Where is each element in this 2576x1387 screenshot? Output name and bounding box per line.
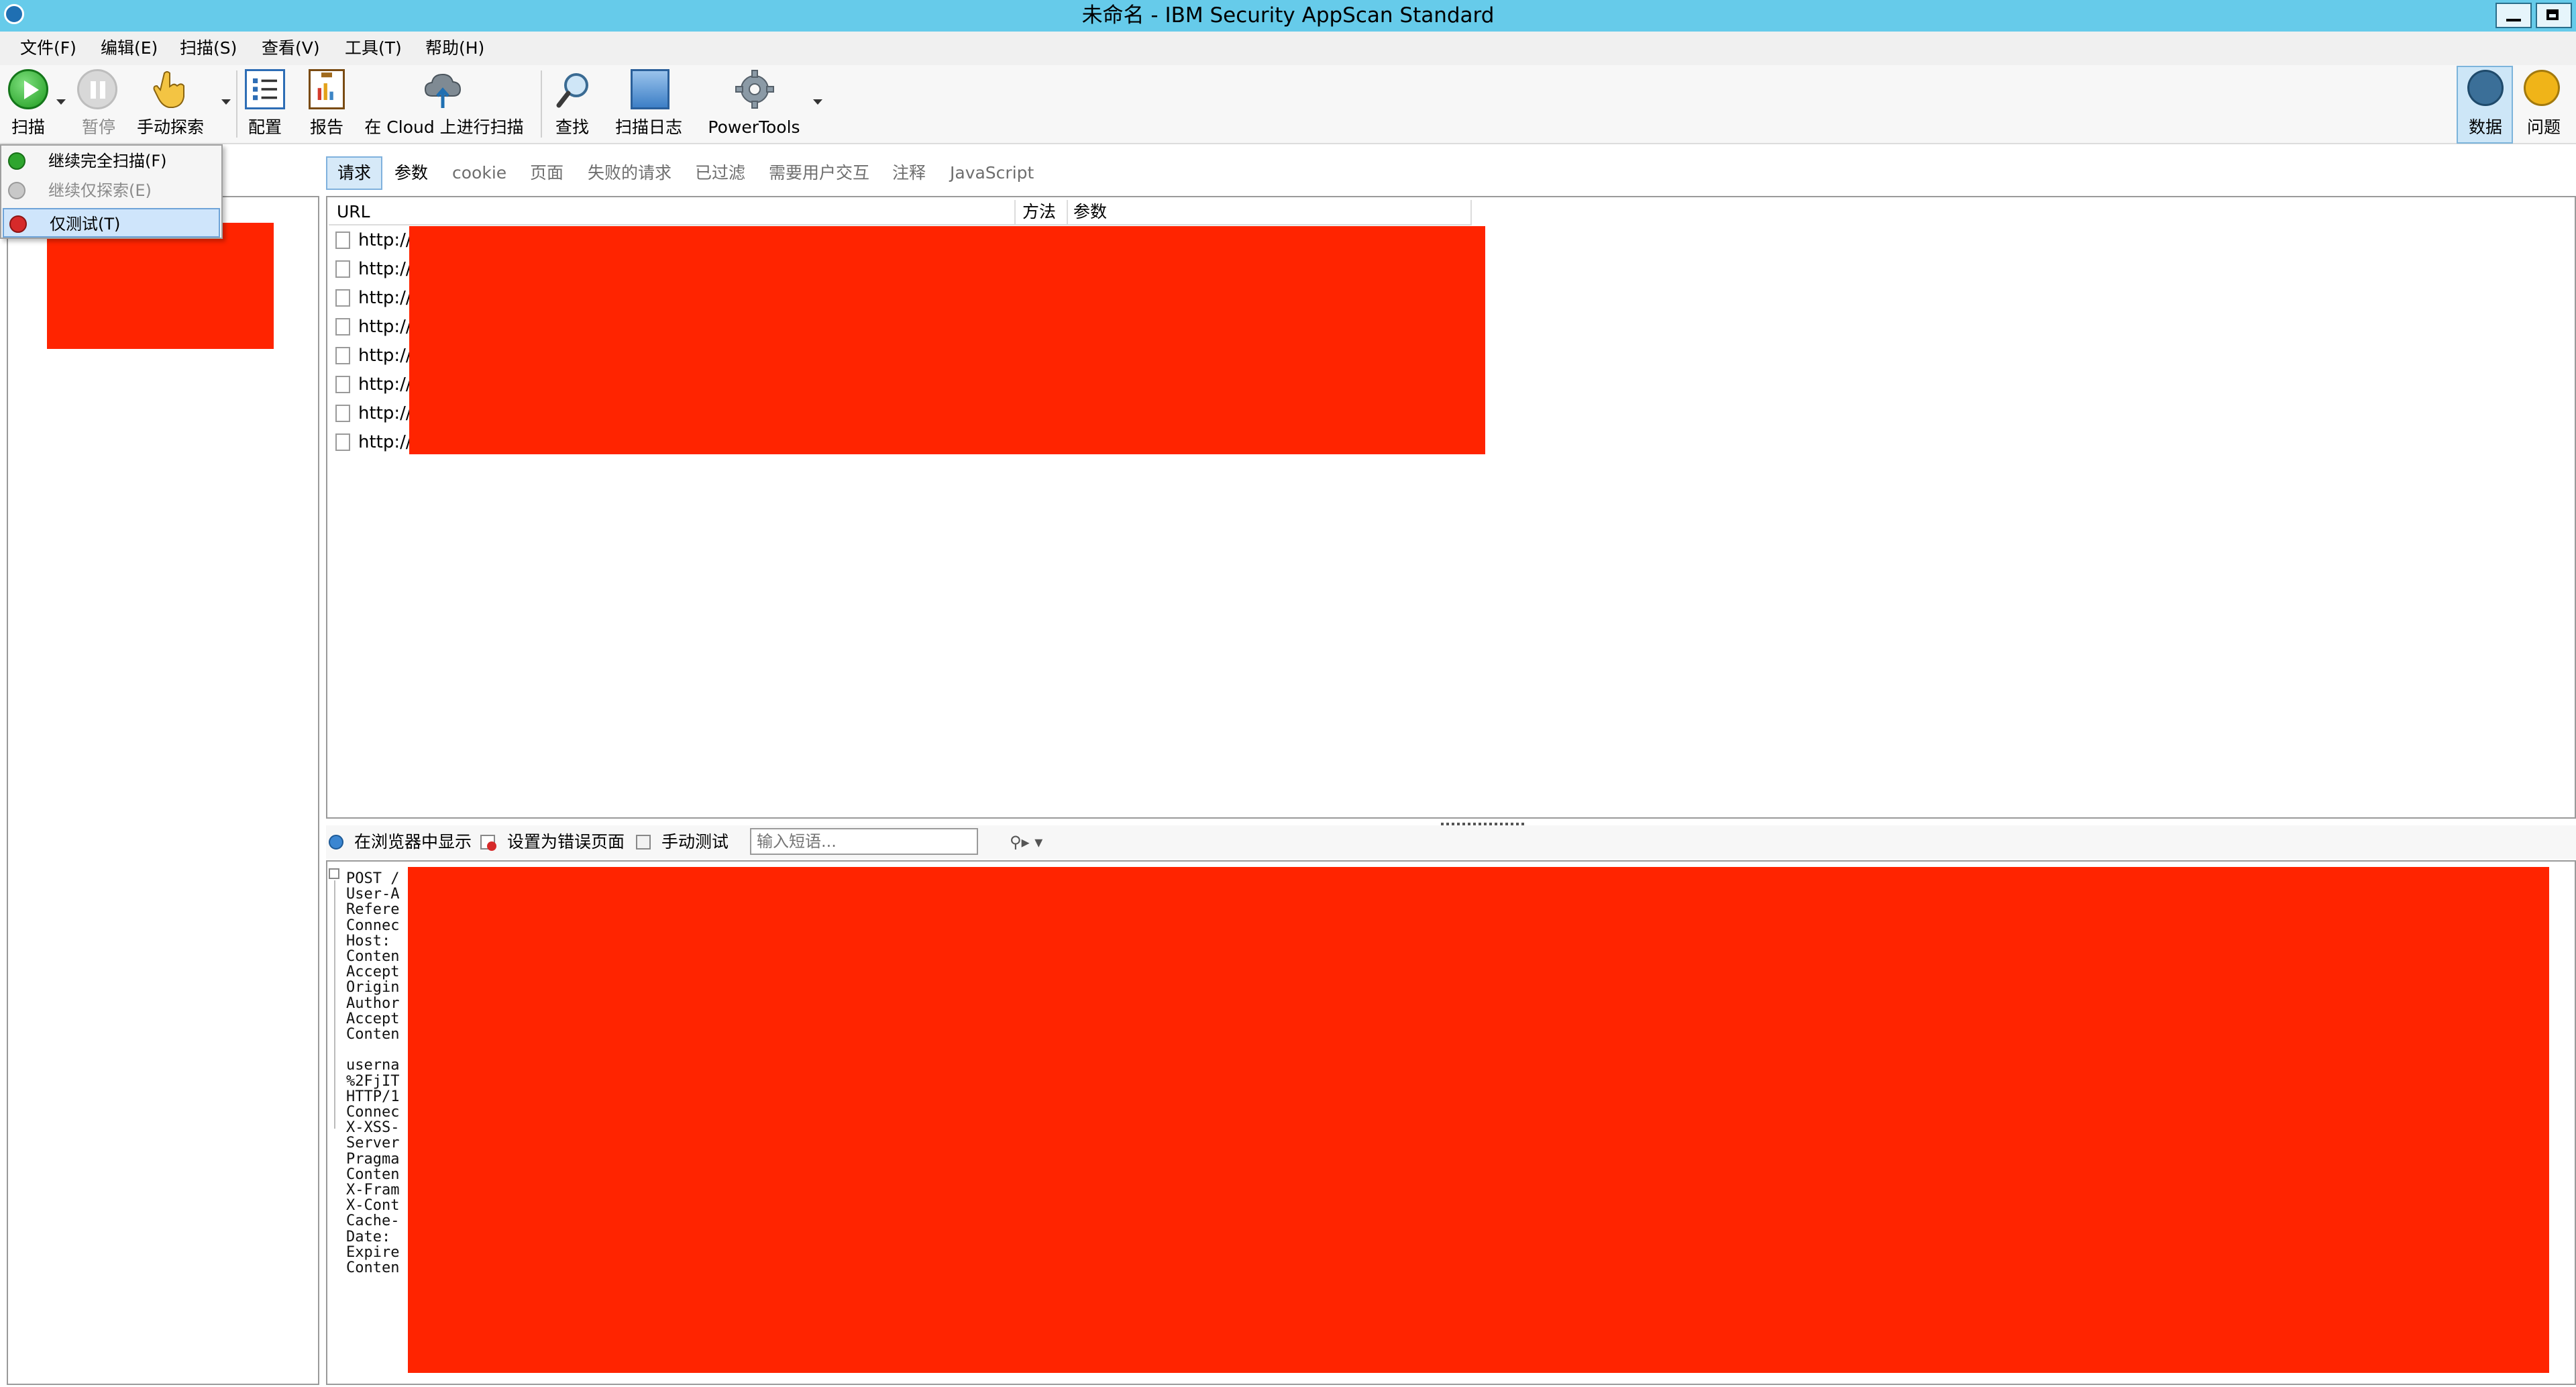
tab-pages[interactable]: 页面: [530, 156, 564, 190]
table-header: [329, 199, 1472, 225]
tree-guide-line: [334, 880, 335, 1129]
column-header-method[interactable]: 方法: [1022, 199, 1056, 225]
config-button-label[interactable]: 配置: [241, 115, 288, 140]
lock-issues-icon[interactable]: [2524, 70, 2560, 106]
menu-item-continue-full-scan[interactable]: 继续完全扫描(F): [0, 146, 220, 176]
play-icon: [8, 152, 25, 170]
minimize-button[interactable]: [2496, 3, 2532, 28]
powertools-dropdown-icon[interactable]: [813, 99, 822, 105]
menu-file[interactable]: 文件(F): [20, 32, 76, 65]
menu-item-continue-explore-only: 继续仅探索(E): [0, 176, 220, 205]
play-icon: [9, 215, 27, 233]
report-icon[interactable]: [309, 69, 345, 109]
column-header-url[interactable]: URL: [337, 199, 370, 225]
scan-button-label[interactable]: 扫描: [3, 115, 54, 140]
document-icon: [335, 376, 350, 393]
menu-view[interactable]: 查看(V): [262, 32, 320, 65]
set-error-page-button[interactable]: 设置为错误页面: [480, 825, 627, 859]
globe-icon: [329, 835, 343, 850]
magnifier-search-icon[interactable]: [553, 69, 594, 109]
data-view-label[interactable]: 数据: [2458, 115, 2513, 140]
manual-explore-label[interactable]: 手动探索: [133, 115, 208, 140]
document-icon: [335, 433, 350, 451]
tab-javascript[interactable]: JavaScript: [950, 156, 1034, 190]
column-header-parameters[interactable]: 参数: [1073, 199, 1107, 225]
manual-test-button[interactable]: 手动测试: [636, 825, 743, 859]
tab-parameters[interactable]: 参数: [394, 156, 428, 190]
redacted-region: [409, 226, 1485, 454]
collapse-icon[interactable]: [329, 868, 339, 879]
window-title: 未命名 - IBM Security AppScan Standard: [1081, 3, 1495, 28]
tab-user-interaction[interactable]: 需要用户交互: [769, 156, 869, 190]
find-button-label[interactable]: 查找: [549, 115, 596, 140]
scan-dropdown-icon[interactable]: [56, 99, 66, 105]
scan-play-icon[interactable]: [8, 69, 48, 109]
cloud-upload-icon[interactable]: [423, 69, 463, 109]
column-divider[interactable]: [1470, 200, 1472, 224]
tab-cookie[interactable]: cookie: [452, 156, 506, 190]
menu-help[interactable]: 帮助(H): [425, 32, 484, 65]
tab-requests[interactable]: 请求: [326, 156, 382, 190]
play-icon: [8, 182, 25, 199]
error-badge-icon: [487, 841, 496, 851]
menu-item-test-only[interactable]: 仅测试(T): [3, 208, 220, 238]
tab-failed-requests[interactable]: 失败的请求: [588, 156, 672, 190]
manual-test-icon: [636, 835, 651, 850]
pause-button-label: 暂停: [81, 117, 115, 137]
report-button-label[interactable]: 报告: [303, 115, 350, 140]
explore-dropdown-icon[interactable]: [221, 99, 231, 105]
restore-button[interactable]: [2536, 3, 2572, 28]
code-line: Conten: [346, 1260, 400, 1276]
menu-tools[interactable]: 工具(T): [345, 32, 402, 65]
issues-view-label[interactable]: 问题: [2517, 115, 2571, 140]
pause-icon: [77, 69, 117, 109]
menu-scan[interactable]: 扫描(S): [180, 32, 237, 65]
application-tree-pane[interactable]: [7, 196, 319, 1385]
redacted-region: [408, 867, 2549, 1373]
show-in-browser-button[interactable]: 在浏览器中显示: [329, 825, 472, 859]
hand-pointer-icon[interactable]: [151, 69, 187, 109]
redacted-region: [47, 223, 274, 349]
document-icon: [335, 289, 350, 307]
document-icon: [335, 405, 350, 422]
scan-log-icon[interactable]: [631, 69, 669, 109]
document-icon: [335, 347, 350, 364]
gear-icon[interactable]: [735, 69, 775, 109]
column-divider[interactable]: [1067, 200, 1068, 224]
code-line: Conten: [346, 1026, 400, 1043]
tab-filtered[interactable]: 已过滤: [695, 156, 745, 190]
phrase-search-input[interactable]: [750, 828, 978, 855]
toolbar-separator: [236, 70, 237, 138]
data-view-icon[interactable]: [2467, 70, 2504, 106]
cloud-scan-label[interactable]: 在 Cloud 上进行扫描: [364, 115, 525, 140]
search-options-dropdown-icon[interactable]: ⚲▸ ▾: [1010, 825, 1042, 859]
document-icon: [335, 232, 350, 249]
configuration-icon[interactable]: [245, 69, 285, 109]
tab-comments[interactable]: 注释: [892, 156, 926, 190]
document-icon: [335, 260, 350, 278]
menu-edit[interactable]: 编辑(E): [101, 32, 158, 65]
document-icon: [335, 318, 350, 336]
toolbar-separator: [541, 70, 542, 138]
column-divider[interactable]: [1014, 200, 1016, 224]
powertools-label[interactable]: PowerTools: [702, 115, 806, 140]
scan-log-label[interactable]: 扫描日志: [609, 115, 688, 140]
